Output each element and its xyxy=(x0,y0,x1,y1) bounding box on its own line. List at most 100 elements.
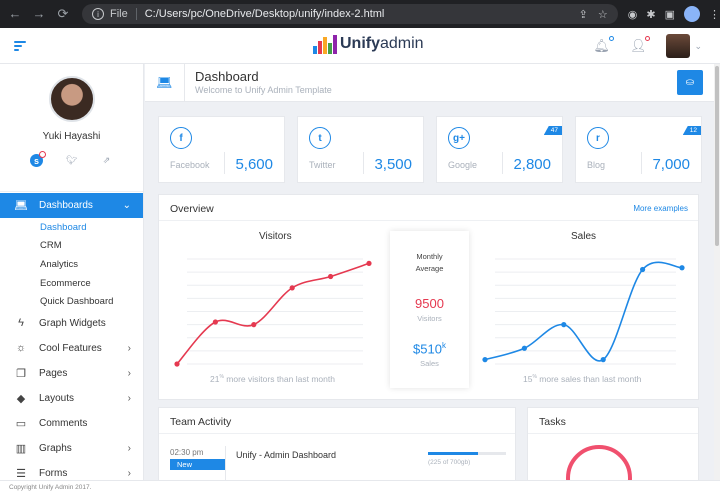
more-examples-link[interactable]: More examples xyxy=(633,204,688,213)
panel-title: Tasks xyxy=(539,416,566,428)
sales-line-chart xyxy=(482,258,685,365)
sidebar-menu: 💻︎ Dashboards ⌄ Dashboard CRM Analytics … xyxy=(0,193,143,480)
lightning-icon: ϟ xyxy=(18,317,24,330)
user-icon[interactable]: 👤︎ xyxy=(630,36,651,54)
sales-average-label: Sales xyxy=(420,359,439,369)
forward-arrow-icon[interactable]: → xyxy=(32,6,46,22)
sidebar-item-label: Forms xyxy=(39,467,68,479)
data-point[interactable] xyxy=(600,357,606,363)
data-point[interactable] xyxy=(328,273,334,280)
logo-bar xyxy=(318,41,322,54)
sidebar-item-comments[interactable]: ▭ Comments xyxy=(0,411,143,436)
visitors-average-value: 9500 xyxy=(415,296,444,311)
chart-title-sales: Sales xyxy=(571,231,597,242)
sidebar-item-label: Dashboards xyxy=(39,200,93,211)
chevron-right-icon: › xyxy=(127,442,131,454)
profile-photo[interactable] xyxy=(48,76,95,122)
cake-button[interactable]: ⛀ xyxy=(677,70,703,95)
copy-icon: ❐ xyxy=(16,367,26,380)
count-badge: 47 xyxy=(543,126,562,135)
progress-text: (225 of 700gb) xyxy=(428,459,471,466)
stat-label: Blog xyxy=(587,160,606,170)
logo-text-bold: Unify xyxy=(340,35,380,52)
data-point[interactable] xyxy=(561,322,567,328)
facebook-icon: f xyxy=(170,127,192,149)
page-subtitle: Welcome to Unify Admin Template xyxy=(195,85,332,95)
data-point[interactable] xyxy=(521,345,527,351)
sidepanel-icon[interactable]: ▣ xyxy=(665,8,675,21)
sidebar-item-graphs[interactable]: ▥ Graphs › xyxy=(0,436,143,461)
sidebar-item-label: Comments xyxy=(39,417,88,429)
chevron-down-icon: ⌄ xyxy=(694,40,702,51)
avatar[interactable] xyxy=(666,34,691,58)
stat-card-blog[interactable]: r 12 Blog 7,000 xyxy=(575,116,702,183)
visitors-footnote: 21% more visitors than last month xyxy=(210,374,335,384)
twitter-icon[interactable]: 🐦︎ xyxy=(65,154,78,167)
count-badge: 12 xyxy=(682,126,701,135)
browser-profile-avatar[interactable] xyxy=(684,6,700,22)
data-point[interactable] xyxy=(251,322,257,328)
data-point[interactable] xyxy=(640,266,646,273)
google-plus-icon: g+ xyxy=(448,127,470,149)
puzzle-icon[interactable]: ✱ xyxy=(646,8,655,21)
sidebar-item-dashboards[interactable]: 💻︎ Dashboards ⌄ xyxy=(0,193,143,218)
series-line xyxy=(176,262,370,365)
chart-title-visitors: Visitors xyxy=(259,231,292,242)
chevron-right-icon: › xyxy=(127,367,131,379)
data-point[interactable] xyxy=(289,285,295,291)
tasks-panel: Tasks xyxy=(527,407,699,480)
submenu-item-dashboard[interactable]: Dashboard xyxy=(0,218,143,237)
activity-title[interactable]: Unify - Admin Dashboard xyxy=(236,450,336,460)
skype-icon[interactable]: s xyxy=(30,151,46,167)
sidebar-item-pages[interactable]: ❐ Pages › xyxy=(0,361,143,386)
rss-icon: r xyxy=(587,127,609,149)
url-text[interactable]: C:/Users/pc/OneDrive/Desktop/unify/index… xyxy=(145,8,385,20)
reload-icon[interactable]: ⟳ xyxy=(56,6,70,22)
comment-icon: ▭ xyxy=(15,417,27,430)
sidebar-item-label: Cool Features xyxy=(39,342,102,354)
data-point[interactable] xyxy=(174,361,180,367)
footer: Copyright Unify Admin 2017. xyxy=(0,480,720,495)
data-point[interactable] xyxy=(482,357,488,363)
submenu-item-analytics[interactable]: Analytics xyxy=(0,255,143,274)
data-point[interactable] xyxy=(212,319,218,325)
browser-toolbar: ← → ⟳ i File C:/Users/pc/OneDrive/Deskto… xyxy=(0,0,720,28)
sales-footnote: 15% more sales than last month xyxy=(523,374,642,384)
submenu-item-ecommerce[interactable]: Ecommerce xyxy=(0,274,143,293)
sidebar-item-forms[interactable]: ☰ Forms › xyxy=(0,461,143,480)
tasks-progress-ring xyxy=(566,445,632,480)
back-arrow-icon[interactable]: ← xyxy=(8,6,22,22)
user-menu[interactable]: ⌄ xyxy=(666,34,702,58)
logo-bar xyxy=(333,35,337,54)
stat-label: Twitter xyxy=(309,160,336,170)
sidebar-item-label: Graphs xyxy=(39,442,72,454)
extension-icon[interactable]: ◉ xyxy=(628,8,638,21)
layers-icon: ◆ xyxy=(16,392,26,405)
bell-icon[interactable]: 🔔︎ xyxy=(593,36,614,54)
cake-icon: ⛀ xyxy=(685,77,695,88)
sidebar-item-layouts[interactable]: ◆ Layouts › xyxy=(0,386,143,411)
address-bar[interactable]: i File C:/Users/pc/OneDrive/Desktop/unif… xyxy=(82,4,618,24)
bookmark-star-icon[interactable]: ☆ xyxy=(598,8,608,21)
submenu-item-quick-dashboard[interactable]: Quick Dashboard xyxy=(0,292,143,311)
stat-card-facebook[interactable]: f Facebook 5,600 xyxy=(158,116,285,183)
visitors-line-chart xyxy=(174,258,372,367)
sidebar-item-graph-widgets[interactable]: ϟ Graph Widgets xyxy=(0,311,143,336)
kebab-menu-icon[interactable]: ⋮ xyxy=(709,8,720,21)
stat-card-google[interactable]: g+ 47 Google 2,800 xyxy=(436,116,563,183)
stat-card-twitter[interactable]: t Twitter 3,500 xyxy=(297,116,424,183)
monthly-average-card: Monthly Average 9500 Visitors $510k Sales xyxy=(390,231,469,388)
menu-toggle-icon[interactable] xyxy=(14,41,26,53)
share-icon[interactable]: ⇪ xyxy=(579,8,588,21)
user-name: Yuki Hayashi xyxy=(42,131,101,142)
logo-bars-icon xyxy=(313,34,337,54)
share-box-icon[interactable]: ⇗ xyxy=(100,154,113,167)
info-icon[interactable]: i xyxy=(92,8,104,20)
submenu-item-crm[interactable]: CRM xyxy=(0,237,143,256)
page-scrollbar[interactable] xyxy=(714,64,720,480)
sidebar-item-cool-features[interactable]: ☼ Cool Features › xyxy=(0,336,143,361)
monthly-average-label: Monthly Average xyxy=(415,252,444,273)
logo[interactable]: Unify admin xyxy=(313,34,424,54)
data-point[interactable] xyxy=(679,265,685,271)
data-point[interactable] xyxy=(366,260,372,266)
